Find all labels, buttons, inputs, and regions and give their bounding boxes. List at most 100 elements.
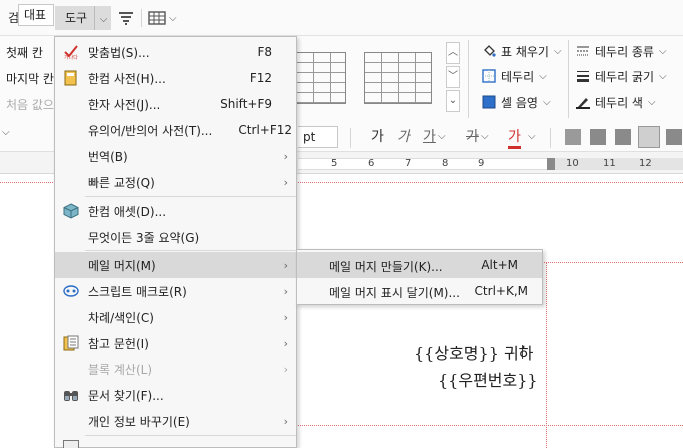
chevron-right-icon: › <box>283 310 288 324</box>
menu-item-3line-summary[interactable]: 무엇이든 3줄 요약(G) <box>55 224 296 250</box>
border-type-label: 테두리 종류 <box>595 44 655 59</box>
border-label: 테두리 <box>501 69 535 84</box>
menu-item-script-macro[interactable]: 스크립트 매크로(R) › <box>55 278 296 304</box>
filter-list-icon <box>119 12 133 25</box>
menu-item-shortcut: Ctrl+F12 <box>238 123 292 137</box>
style-select[interactable]: 대표 <box>18 4 54 26</box>
border-weight-icon <box>577 71 589 82</box>
menu-item-references[interactable]: 참고 문헌(I) › <box>55 330 296 356</box>
menu-item-label: 메일 머지(M) <box>88 258 156 273</box>
menu-item-hanja-dictionary[interactable]: 한자 사전(J)... Shift+F9 <box>55 91 296 117</box>
border-weight-label: 테두리 굵기 <box>595 69 655 84</box>
menu-item-label: 스크립트 매크로(R) <box>88 284 187 299</box>
menu-item-block-calculation: 블록 계산(L) › <box>55 356 296 382</box>
ruler-number: 6 <box>368 158 375 169</box>
binoculars-icon <box>63 387 79 403</box>
menu-item-toc-index[interactable]: 차례/색인(C) › <box>55 304 296 330</box>
table-grid-icon <box>148 11 166 25</box>
pen-icon <box>576 98 590 109</box>
border-weight-button[interactable]: 테두리 굵기 ⌵ <box>576 65 667 87</box>
chevron-right-icon: › <box>283 175 288 189</box>
submenu-item-shortcut: Ctrl+K,M <box>474 284 528 298</box>
border-type-icon <box>577 46 589 56</box>
menu-item-shortcut: Shift+F9 <box>220 97 272 111</box>
font-size-unit[interactable]: pt <box>298 126 338 148</box>
last-cell-label[interactable]: 마지막 칸 <box>6 70 54 87</box>
right-indent-marker[interactable] <box>547 158 555 170</box>
menu-item-find-document[interactable]: 문서 찾기(F)... <box>55 382 296 408</box>
chevron-down-icon: ⌵ <box>169 12 177 24</box>
document-line-postcode[interactable]: {{우편번호}} <box>438 367 538 391</box>
first-cell-label[interactable]: 첫째 칸 <box>6 44 43 61</box>
menu-item-label: 번역(B) <box>88 149 128 164</box>
ruler-number: 8 <box>442 158 449 169</box>
chevron-down-icon: ⌵ <box>539 70 547 82</box>
svg-text:가나다: 가나다 <box>64 54 78 60</box>
chevron-down-icon[interactable]: ⌵ <box>2 127 10 138</box>
underline-button[interactable]: 가 <box>423 127 436 147</box>
submenu-item-create-mail-merge[interactable]: 메일 머지 만들기(K)... Alt+M <box>297 252 542 278</box>
align-distribute-button[interactable] <box>666 129 682 145</box>
chevron-right-icon: › <box>283 149 288 163</box>
menu-tools-label: 도구 <box>65 11 88 25</box>
menu-item-thesaurus[interactable]: 유의어/반의어 사전(T)... Ctrl+F12 <box>55 117 296 143</box>
border-button[interactable]: 테두리 ⌵ <box>482 65 547 87</box>
menu-item-quick-correction[interactable]: 빠른 교정(Q) › <box>55 169 296 195</box>
menu-item-translate[interactable]: 번역(B) › <box>55 143 296 169</box>
chevron-down-icon[interactable]: ⌵ <box>528 131 536 142</box>
ribbon-more-button[interactable]: ⌄ <box>446 90 460 112</box>
initial-value-label: 처음 값으 <box>6 98 54 112</box>
menu-item-shortcut: F8 <box>257 45 272 59</box>
border-color-button[interactable]: 테두리 색 ⌵ <box>576 91 656 113</box>
menu-item-change-personal-info[interactable]: 개인 정보 바꾸기(E) › <box>55 408 296 434</box>
table-view-button[interactable]: ⌵ <box>148 6 177 30</box>
border-icon <box>482 69 496 83</box>
reference-icon <box>63 335 79 351</box>
border-type-button[interactable]: 테두리 종류 ⌵ <box>576 40 667 62</box>
menu-item-spellcheck[interactable]: 가나다 맞춤법(S)... F8 <box>55 39 296 65</box>
menu-item-hancom-dictionary[interactable]: 한컴 사전(H)... F12 <box>55 65 296 91</box>
macro-icon <box>63 283 79 299</box>
filter-list-button[interactable] <box>118 6 136 30</box>
chevron-right-icon: › <box>283 284 288 298</box>
chevron-down-icon[interactable]: ⌵ <box>481 131 489 142</box>
strikethrough-button[interactable]: 가 <box>466 127 479 147</box>
chevron-right-icon: › <box>283 362 288 376</box>
table-style-preview-2[interactable] <box>364 52 432 104</box>
italic-button[interactable]: 가 <box>397 127 410 147</box>
submenu-item-label: 메일 머지 만들기(K)... <box>329 260 443 274</box>
chevron-down-icon: ⌵ <box>659 70 667 82</box>
menu-item-hancom-asset[interactable]: 한컴 애셋(D)... <box>55 198 296 224</box>
submenu-item-shortcut: Alt+M <box>481 258 518 272</box>
bold-button[interactable]: 가 <box>371 127 384 147</box>
font-color-button[interactable]: 가 <box>508 127 521 149</box>
page-guide <box>546 262 547 448</box>
chevron-right-icon: › <box>283 414 288 428</box>
menu-item-mail-merge[interactable]: 메일 머지(M) › <box>55 252 296 278</box>
spellcheck-icon: 가나다 <box>63 44 79 60</box>
page-guide <box>298 425 683 426</box>
menu-separator <box>85 196 296 197</box>
chevron-down-icon[interactable]: ⌵ <box>438 131 446 142</box>
table-style-preview-1[interactable] <box>296 52 346 104</box>
ruler-number: 9 <box>478 158 485 169</box>
submenu-item-mark-mail-merge[interactable]: 메일 머지 표시 달기(M)... Ctrl+K,M <box>297 278 542 304</box>
cut-off-menu-icon <box>63 440 79 448</box>
align-center-button[interactable] <box>615 129 631 145</box>
ribbon-scroll-down[interactable]: ﹀ <box>446 66 460 88</box>
document-line-recipient[interactable]: {{상호명}} 귀하 <box>414 340 533 364</box>
table-fill-button[interactable]: 표 채우기 ⌵ <box>482 40 562 62</box>
align-justify-button[interactable] <box>565 129 581 145</box>
ribbon-scroll-up[interactable]: ︿ <box>446 42 460 64</box>
menu-item-label: 한컴 애셋(D)... <box>88 204 167 219</box>
cell-shade-button[interactable]: 셀 음영 ⌵ <box>482 91 551 113</box>
menu-item-label: 개인 정보 바꾸기(E) <box>88 414 190 429</box>
border-color-label: 테두리 색 <box>595 95 643 110</box>
chevron-right-icon: › <box>283 336 288 350</box>
align-right-button[interactable] <box>638 126 660 148</box>
menu-item-label: 유의어/반의어 사전(T)... <box>88 123 213 138</box>
align-left-button[interactable] <box>590 129 606 145</box>
menu-tools-dropdown[interactable]: ⌵ <box>94 6 112 30</box>
menu-item-label: 무엇이든 3줄 요약(G) <box>88 230 200 245</box>
menu-separator <box>85 435 296 436</box>
